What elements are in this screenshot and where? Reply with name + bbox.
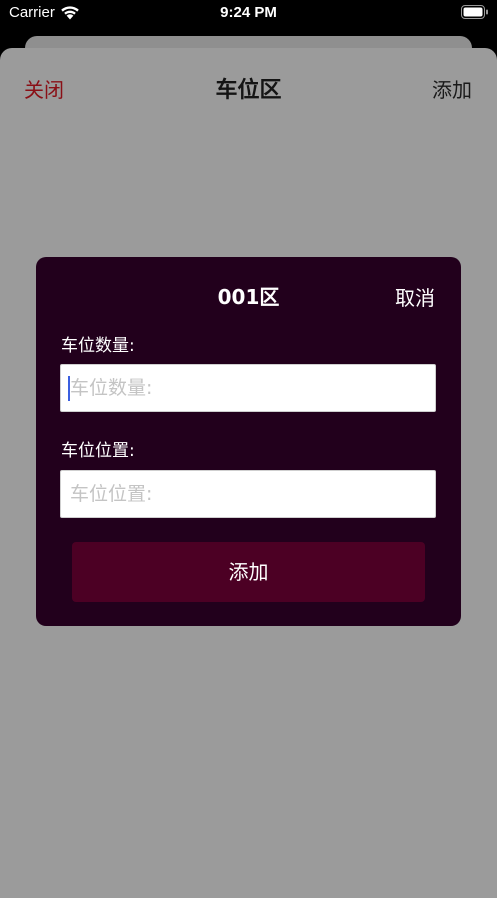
add-parking-dialog: 001区 取消 车位数量: 车位位置: 添加 (36, 257, 461, 626)
cancel-button[interactable]: 取消 (395, 282, 435, 311)
space-count-label: 车位数量: (61, 336, 135, 356)
page-title: 车位区 (215, 78, 282, 103)
space-location-input[interactable] (60, 470, 436, 518)
text-caret (68, 376, 70, 401)
battery-icon (461, 5, 488, 19)
space-count-input[interactable] (60, 364, 436, 412)
status-bar: Carrier 9:24 PM (0, 0, 497, 30)
status-time: 9:24 PM (220, 4, 277, 21)
space-location-label: 车位位置: (61, 441, 135, 461)
submit-add-button[interactable]: 添加 (72, 542, 425, 602)
add-button[interactable]: 添加 (432, 74, 472, 103)
